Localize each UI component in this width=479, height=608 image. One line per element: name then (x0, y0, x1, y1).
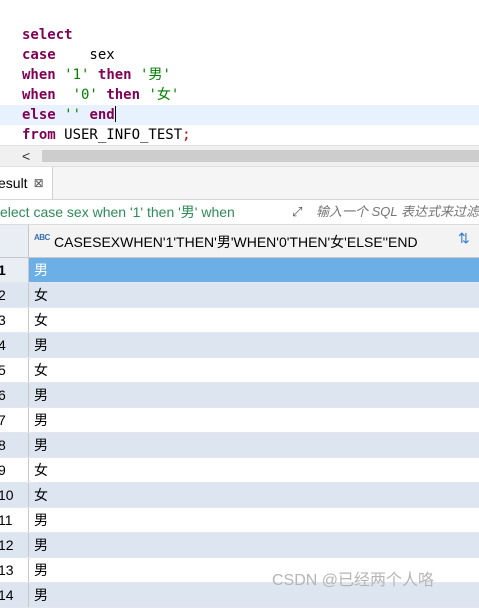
row-number[interactable]: 5 (0, 358, 29, 382)
code-token: '' (64, 107, 82, 123)
table-row[interactable]: 5女 (0, 358, 479, 383)
code-token: else (22, 107, 56, 123)
code-token: when (22, 87, 56, 103)
row-number[interactable]: 8 (0, 433, 29, 457)
cell-value[interactable]: 男 (34, 508, 48, 532)
text-caret (114, 106, 116, 122)
row-number[interactable]: 9 (0, 458, 29, 482)
filter-query-text[interactable]: elect case sex when '1' then '男' when (0, 200, 288, 224)
row-number-header[interactable] (0, 225, 29, 257)
editor-horizontal-scrollbar[interactable]: < (0, 145, 479, 167)
table-row[interactable]: 6男 (0, 383, 479, 408)
code-line[interactable]: when '1' then '男' (22, 65, 479, 85)
cell-value[interactable]: 男 (34, 258, 48, 282)
table-row[interactable]: 2女 (0, 283, 479, 308)
code-token: from (22, 127, 56, 143)
scrollbar-thumb[interactable] (42, 150, 479, 162)
row-number[interactable]: 6 (0, 383, 29, 407)
cell-value[interactable]: 男 (34, 333, 48, 357)
code-line[interactable]: select (22, 25, 479, 45)
sql-code[interactable]: select case sex when '1' then '男' when '0' … (0, 25, 479, 145)
cell-value[interactable]: 男 (34, 408, 48, 432)
code-token: end (89, 107, 115, 123)
code-line[interactable]: else '' end (0, 105, 479, 125)
table-row[interactable]: 1男 (0, 258, 479, 283)
code-line[interactable]: when '0' then '女' (22, 85, 479, 105)
code-token: when (22, 67, 56, 83)
expand-icon[interactable]: ⤢ (292, 204, 308, 220)
cell-value[interactable]: 男 (34, 583, 48, 607)
filter-bar: elect case sex when '1' then '男' when ⤢ (0, 200, 479, 225)
code-line[interactable]: case sex (22, 45, 479, 65)
cell-value[interactable]: 男 (34, 558, 48, 582)
tab-results[interactable]: esult ⊠ (0, 167, 53, 199)
cell-value[interactable]: 男 (34, 383, 48, 407)
code-token: then (106, 87, 141, 103)
grid-rows: 1男2女3女4男5女6男7男8男9女10女11男12男13男14男 (0, 258, 479, 608)
code-token: case (22, 47, 56, 63)
code-line[interactable]: from USER_INFO_TEST; (22, 125, 479, 145)
table-row[interactable]: 9女 (0, 458, 479, 483)
row-number[interactable]: 14 (0, 583, 29, 607)
text-type-icon: ABC (34, 233, 50, 242)
table-row[interactable]: 3女 (0, 308, 479, 333)
row-number[interactable]: 7 (0, 408, 29, 432)
code-token: '0' (72, 87, 98, 103)
table-row[interactable]: 12男 (0, 533, 479, 558)
code-token: sex (55, 47, 115, 63)
cell-value[interactable]: 女 (34, 308, 48, 332)
tab-results-label: esult (0, 175, 28, 191)
column-header[interactable]: CASESEXWHEN'1'THEN'男'WHEN'0'THEN'女'ELSE'… (54, 225, 418, 259)
code-token: '男' (140, 67, 171, 83)
code-token: USER_INFO_TEST (55, 127, 183, 143)
watermark: CSDN @已经两个人咯 (272, 572, 435, 589)
row-number[interactable]: 13 (0, 558, 29, 582)
cell-value[interactable]: 女 (34, 358, 48, 382)
cell-value[interactable]: 女 (34, 283, 48, 307)
results-tab-bar: esult ⊠ (0, 167, 479, 200)
cell-value[interactable]: 男 (34, 533, 48, 557)
code-token: then (97, 67, 132, 83)
row-number[interactable]: 10 (0, 483, 29, 507)
cell-value[interactable]: 女 (34, 483, 48, 507)
row-number[interactable]: 4 (0, 333, 29, 357)
table-row[interactable]: 8男 (0, 433, 479, 458)
code-token: ; (182, 127, 191, 143)
row-number[interactable]: 11 (0, 508, 29, 532)
cell-value[interactable]: 男 (34, 433, 48, 457)
close-icon[interactable]: ⊠ (34, 176, 44, 190)
cell-value[interactable]: 女 (34, 458, 48, 482)
table-row[interactable]: 10女 (0, 483, 479, 508)
sort-filter-icon[interactable]: ⇅ (458, 230, 470, 247)
code-token: select (22, 27, 73, 43)
code-token: '女' (148, 87, 180, 103)
grid-header: ABC CASESEXWHEN'1'THEN'男'WHEN'0'THEN'女'E… (0, 225, 479, 258)
row-number[interactable]: 12 (0, 533, 29, 557)
scroll-left-icon[interactable]: < (22, 146, 30, 166)
row-number[interactable]: 3 (0, 308, 29, 332)
table-row[interactable]: 11男 (0, 508, 479, 533)
filter-input[interactable] (316, 200, 479, 224)
sql-editor[interactable]: select case sex when '1' then '男' when '0' … (0, 0, 479, 145)
table-row[interactable]: 7男 (0, 408, 479, 433)
row-number[interactable]: 1 (0, 258, 29, 282)
row-number[interactable]: 2 (0, 283, 29, 307)
code-token: '1' (64, 67, 90, 83)
table-row[interactable]: 4男 (0, 333, 479, 358)
